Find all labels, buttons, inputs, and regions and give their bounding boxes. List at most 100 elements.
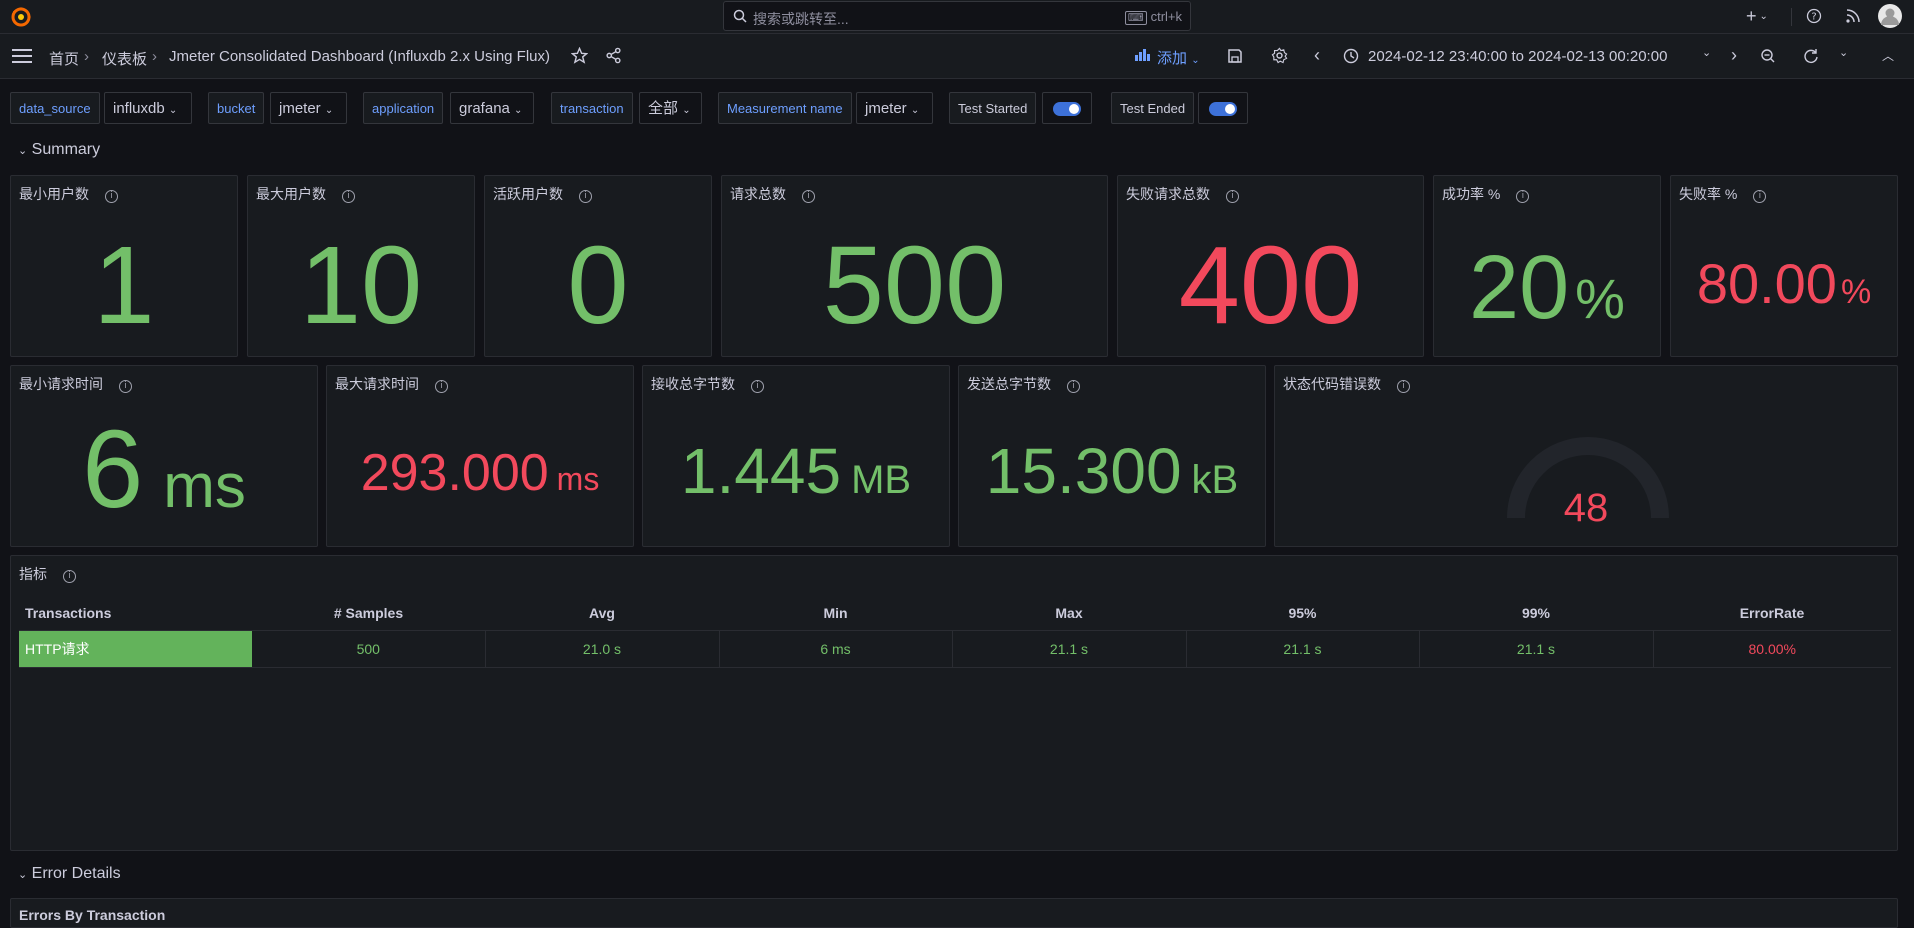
stat-value: 0: [485, 228, 711, 344]
stat-panel-max-users[interactable]: 最大用户数 i 10: [247, 175, 475, 357]
panel-errors-by-transaction[interactable]: Errors By Transaction: [10, 898, 1898, 928]
variable-select-application[interactable]: grafana ⌄: [450, 92, 534, 124]
panel-title-text: 活跃用户数: [493, 186, 563, 202]
rss-icon[interactable]: [1845, 8, 1861, 27]
breadcrumb-home[interactable]: 首页: [49, 48, 79, 69]
error-details-row-header[interactable]: ⌄ Error Details: [18, 865, 121, 883]
menu-icon[interactable]: [12, 49, 32, 63]
column-header[interactable]: Avg: [485, 596, 719, 631]
column-header[interactable]: 99%: [1419, 596, 1653, 631]
column-header[interactable]: Transactions: [19, 596, 252, 631]
info-icon[interactable]: i: [1516, 190, 1530, 203]
stat-panel-max-request-time[interactable]: 最大请求时间 i 293.000 ms: [326, 365, 634, 547]
stat-panel-received-bytes[interactable]: 接收总字节数 i 1.445 MB: [642, 365, 950, 547]
stat-value: 1.445 MB: [643, 434, 949, 517]
panel-title: 请求总数 i: [730, 184, 815, 204]
info-icon[interactable]: i: [751, 380, 764, 393]
refresh-icon[interactable]: [1803, 48, 1819, 64]
panel-title: 接收总字节数 i: [651, 374, 764, 394]
chevron-down-icon: ⌄: [1191, 55, 1200, 66]
add-button[interactable]: 添加 ⌄: [1157, 47, 1200, 68]
stat-value: 500: [722, 228, 1107, 344]
info-icon[interactable]: i: [435, 380, 448, 393]
stat-value: 80.00%: [1671, 251, 1897, 325]
column-header[interactable]: ErrorRate: [1653, 596, 1891, 631]
stat-number: 293.000: [360, 444, 549, 502]
variable-select-bucket[interactable]: jmeter ⌄: [270, 92, 347, 124]
user-avatar-icon[interactable]: [1878, 4, 1902, 31]
info-icon[interactable]: i: [105, 190, 118, 203]
toggle-test-ended[interactable]: [1198, 92, 1248, 124]
panel-title-text: 失败率 %: [1679, 186, 1738, 202]
gauge-value: 48: [1563, 486, 1609, 530]
chevron-down-icon: ⌄: [18, 145, 28, 157]
table-panel-metrics[interactable]: 指标 i Transactions # Samples Avg Min Max 9…: [10, 555, 1898, 851]
info-icon[interactable]: i: [1753, 190, 1767, 203]
column-header[interactable]: Min: [719, 596, 952, 631]
zoom-out-icon[interactable]: [1760, 48, 1776, 64]
save-icon[interactable]: [1227, 48, 1243, 64]
help-icon[interactable]: ?: [1806, 8, 1822, 27]
stat-panel-failure-rate[interactable]: 失败率 % i 80.00%: [1670, 175, 1898, 357]
info-icon[interactable]: i: [1397, 380, 1410, 393]
stat-panel-sent-bytes[interactable]: 发送总字节数 i 15.300 kB: [958, 365, 1266, 547]
stat-value: 1: [11, 228, 237, 344]
panel-title: 成功率 % i: [1442, 184, 1530, 204]
info-icon[interactable]: i: [1226, 190, 1239, 203]
variable-select-transaction[interactable]: 全部 ⌄: [639, 92, 702, 124]
panel-title-text: 请求总数: [730, 186, 786, 202]
info-icon[interactable]: i: [802, 190, 815, 203]
column-header[interactable]: # Samples: [252, 596, 485, 631]
table-cell: 6 ms: [719, 630, 953, 668]
share-icon[interactable]: [605, 47, 622, 64]
metrics-table: Transactions # Samples Avg Min Max 95% 9…: [19, 596, 1891, 668]
table-cell-error-rate: 80.00%: [1653, 630, 1891, 668]
chevron-down-icon: ⌄: [910, 105, 920, 116]
info-icon[interactable]: i: [579, 190, 592, 203]
star-icon[interactable]: [571, 47, 588, 64]
time-forward-button[interactable]: ›: [1731, 45, 1737, 66]
panel-title: 发送总字节数 i: [967, 374, 1080, 394]
column-header[interactable]: 95%: [1186, 596, 1419, 631]
stat-panel-active-users[interactable]: 活跃用户数 i 0: [484, 175, 712, 357]
time-back-button[interactable]: ‹: [1314, 45, 1320, 66]
stat-unit: ms: [556, 461, 600, 497]
panel-title: 失败率 % i: [1679, 184, 1767, 204]
stat-panel-min-users[interactable]: 最小用户数 i 1: [10, 175, 238, 357]
gauge-panel-status-code-errors[interactable]: 状态代码错误数 i 48: [1274, 365, 1898, 547]
variable-value-data-source: influxdb: [113, 100, 165, 117]
panel-title: 活跃用户数 i: [493, 184, 592, 204]
info-icon[interactable]: i: [119, 380, 132, 393]
stat-panel-min-request-time[interactable]: 最小请求时间 i 6 ms: [10, 365, 318, 547]
variable-select-measurement[interactable]: jmeter ⌄: [856, 92, 933, 124]
stat-panel-failed-requests[interactable]: 失败请求总数 i 400: [1117, 175, 1424, 357]
info-icon[interactable]: i: [1067, 380, 1080, 393]
chevron-up-icon[interactable]: ︿: [1882, 47, 1894, 64]
panel-title-text: 发送总字节数: [967, 376, 1051, 392]
info-icon[interactable]: i: [63, 570, 76, 583]
table-cell: 21.0 s: [485, 630, 720, 668]
grafana-logo-icon[interactable]: [10, 6, 32, 28]
variable-select-data-source[interactable]: influxdb ⌄: [104, 92, 192, 124]
chevron-down-icon[interactable]: ⌄: [1702, 46, 1711, 59]
toggle-test-started[interactable]: [1042, 92, 1092, 124]
time-range-picker[interactable]: 2024-02-12 23:40:00 to 2024-02-13 00:20:…: [1368, 48, 1667, 65]
stat-panel-success-rate[interactable]: 成功率 % i 20%: [1433, 175, 1661, 357]
column-header[interactable]: Max: [952, 596, 1186, 631]
search-icon: [733, 9, 747, 23]
stat-unit: %: [1840, 273, 1872, 311]
summary-row-header[interactable]: ⌄ Summary: [18, 141, 100, 159]
gear-icon[interactable]: [1271, 47, 1288, 64]
search-input[interactable]: 搜索或跳转至... ⌨ ctrl+k: [723, 1, 1191, 31]
variable-label-data-source: data_source: [10, 92, 100, 124]
stat-panel-total-requests[interactable]: 请求总数 i 500: [721, 175, 1108, 357]
info-icon[interactable]: i: [342, 190, 355, 203]
breadcrumb-dashboards[interactable]: 仪表板: [102, 48, 147, 69]
plus-icon[interactable]: + ⌄: [1746, 6, 1768, 27]
error-details-row-title: Error Details: [31, 865, 121, 882]
template-variables: data_source influxdb ⌄ bucket jmeter ⌄ a…: [0, 92, 1914, 126]
stat-unit: kB: [1191, 458, 1239, 502]
chevron-down-icon[interactable]: ⌄: [1839, 46, 1848, 59]
panel-title: 最大请求时间 i: [335, 374, 448, 394]
table-header-row: Transactions # Samples Avg Min Max 95% 9…: [19, 596, 1891, 631]
